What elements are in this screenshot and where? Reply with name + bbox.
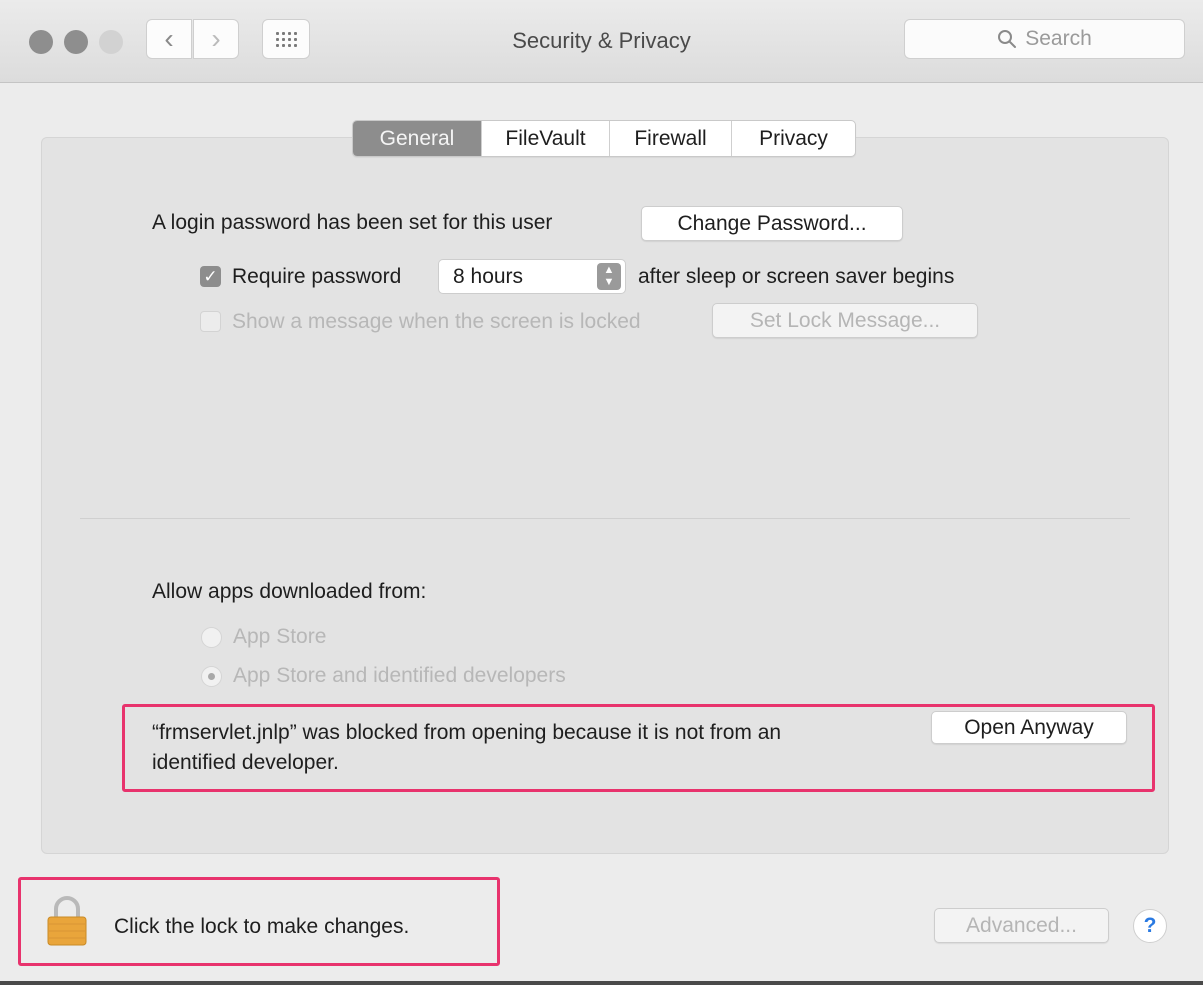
require-password-checkbox[interactable]: ✓	[200, 266, 221, 287]
tab-bar: General FileVault Firewall Privacy	[352, 120, 856, 157]
advanced-button[interactable]: Advanced...	[934, 908, 1109, 943]
require-password-label: Require password	[232, 265, 402, 288]
lock-icon[interactable]	[44, 895, 90, 947]
open-anyway-button[interactable]: Open Anyway	[931, 711, 1127, 744]
show-message-checkbox[interactable]	[200, 311, 221, 332]
select-value: 8 hours	[453, 265, 524, 288]
search-placeholder: Search	[1025, 27, 1092, 50]
radio-app-store[interactable]	[201, 627, 222, 648]
search-field[interactable]: Search	[904, 19, 1185, 59]
change-password-button[interactable]: Change Password...	[641, 206, 903, 241]
tab-general[interactable]: General	[353, 121, 481, 156]
help-button[interactable]: ?	[1133, 909, 1167, 943]
require-password-suffix: after sleep or screen saver begins	[638, 265, 955, 288]
set-lock-message-button[interactable]: Set Lock Message...	[712, 303, 978, 338]
title-bar: ‹ › Security & Privacy Search	[0, 0, 1203, 83]
lock-message: Click the lock to make changes.	[114, 915, 410, 938]
window-bottom-edge	[0, 981, 1203, 985]
radio-app-store-identified[interactable]	[201, 666, 222, 687]
tab-firewall[interactable]: Firewall	[609, 121, 731, 156]
require-password-delay-select[interactable]: 8 hours ▲ ▼	[438, 259, 626, 294]
blocked-message-line2: identified developer.	[152, 751, 339, 774]
show-message-label: Show a message when the screen is locked	[232, 310, 641, 333]
up-down-arrows-icon: ▲ ▼	[597, 263, 621, 290]
radio-app-store-identified-label: App Store and identified developers	[233, 664, 566, 687]
search-icon	[998, 30, 1017, 48]
login-password-text: A login password has been set for this u…	[152, 211, 553, 234]
blocked-message-line1: “frmservlet.jnlp” was blocked from openi…	[152, 721, 782, 744]
tab-filevault[interactable]: FileVault	[481, 121, 609, 156]
section-divider	[80, 518, 1130, 519]
radio-app-store-label: App Store	[233, 625, 327, 648]
allow-apps-heading: Allow apps downloaded from:	[152, 580, 427, 603]
tab-privacy[interactable]: Privacy	[731, 121, 855, 156]
